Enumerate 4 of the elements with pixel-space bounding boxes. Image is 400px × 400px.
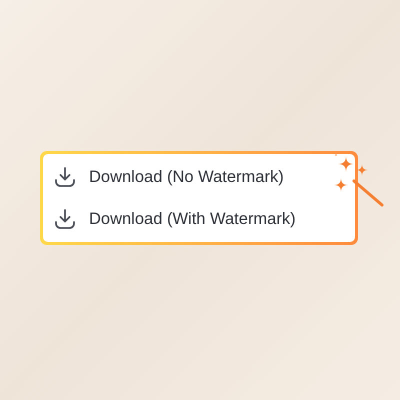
download-icon <box>53 207 77 231</box>
menu-item[interactable]: Download (No Watermark) <box>43 156 355 198</box>
menu-item[interactable]: Download (With Watermark) <box>43 198 355 240</box>
download-icon <box>53 165 77 189</box>
